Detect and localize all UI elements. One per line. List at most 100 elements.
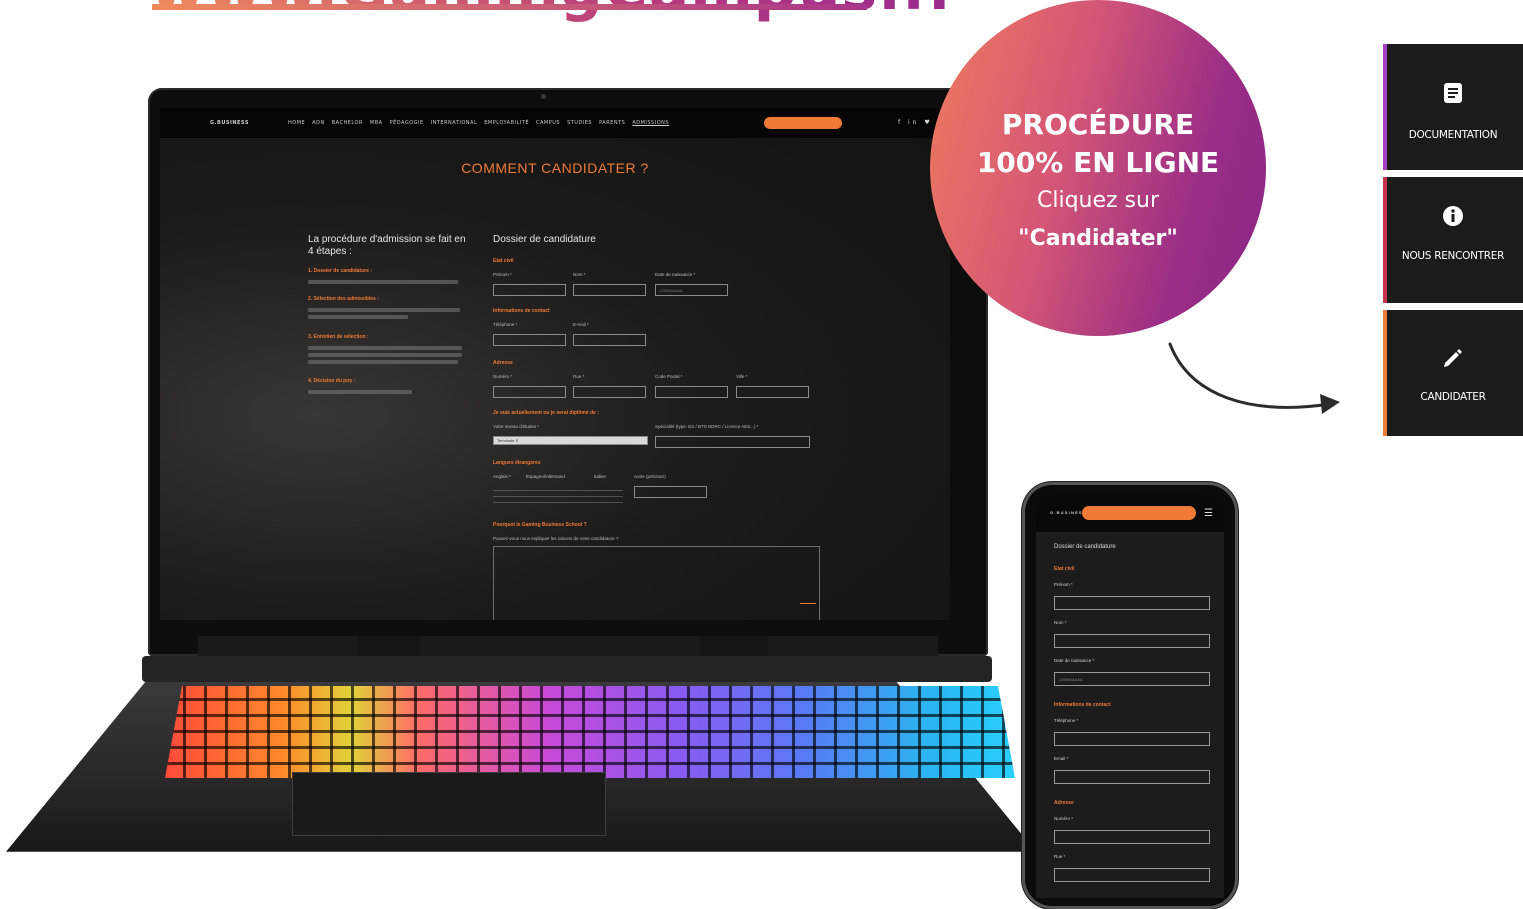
label-numero: Numéro * <box>493 374 513 379</box>
section-contact: Informations de contact <box>493 308 550 314</box>
nav-item-home[interactable]: HOME <box>288 120 305 126</box>
nav-item-pedagogie[interactable]: PÉDAGOGIE <box>390 120 424 126</box>
label-espagnol: Espagnol/Allemand <box>526 474 565 479</box>
phone-form-title: Dossier de candidature <box>1054 544 1116 550</box>
step-text <box>308 315 408 319</box>
phone-label-email: Email * <box>1054 756 1069 761</box>
rue-input[interactable] <box>573 386 646 398</box>
section-pourquoi: Pourquoi le Gaming Business School ? <box>493 522 587 528</box>
phone-rue-input[interactable] <box>1054 868 1210 882</box>
label-email: E-mail * <box>573 322 589 327</box>
code-postal-input[interactable] <box>655 386 728 398</box>
phone-label-prenom: Prénom * <box>1054 582 1073 587</box>
nav-item-adn[interactable]: ADN <box>312 120 325 126</box>
step-text <box>308 360 458 364</box>
section-adresse: Adresse <box>493 360 513 366</box>
step-text <box>308 390 412 394</box>
label-rue: Rue * <box>573 374 585 379</box>
nav-item-studies[interactable]: STUDIES <box>567 120 592 126</box>
section-etat-civil: Etat civil <box>493 258 514 264</box>
documentation-button[interactable]: DOCUMENTATION <box>1383 44 1523 170</box>
nav-item-admissions[interactable]: ADMISSIONS <box>632 120 669 126</box>
ville-input[interactable] <box>736 386 809 398</box>
documentation-label: DOCUMENTATION <box>1408 129 1498 141</box>
step-2: 2. Sélection des admissibles : <box>308 296 468 319</box>
label-question: Pouvez-vous nous expliquer les raisons d… <box>493 536 619 541</box>
nav-brand[interactable]: G.BUSINESS <box>210 120 249 126</box>
document-icon <box>1383 82 1523 107</box>
nav-item-bachelor[interactable]: BACHELOR <box>332 120 363 126</box>
phone-cta-button[interactable] <box>1082 506 1196 520</box>
phone-email-input[interactable] <box>1054 770 1210 784</box>
accent-bar <box>1383 310 1387 436</box>
nav-item-campus[interactable]: CAMPUS <box>536 120 560 126</box>
step-text <box>308 280 458 284</box>
link-underline <box>152 4 867 10</box>
badge-line-3: Cliquez sur <box>1036 188 1160 213</box>
label-autre: Autre (précisez) <box>634 474 666 479</box>
rgb-keyboard <box>165 686 1015 778</box>
nav-item-international[interactable]: INTERNATIONAL <box>431 120 478 126</box>
nous-rencontrer-label: NOUS RENCONTRER <box>1401 250 1505 262</box>
form-title: Dossier de candidature <box>493 234 596 245</box>
step-4: 4. Décision du jury : <box>308 378 468 394</box>
telephone-input[interactable] <box>493 334 566 346</box>
phone-section-etat-civil: Etat civil <box>1054 566 1075 572</box>
label-italien: Italien <box>594 474 607 479</box>
label-niveau: Votre niveau d'études * <box>493 424 540 429</box>
phone-prenom-input[interactable] <box>1054 596 1210 610</box>
step-1: 1. Dossier de candidature : <box>308 268 468 284</box>
accent-bar <box>1383 44 1387 170</box>
pencil-icon <box>1383 346 1523 371</box>
label-telephone: Téléphone * <box>493 322 518 327</box>
phone-label-naissance: Date de naissance * <box>1054 658 1095 663</box>
label-nom: Nom * <box>573 272 586 277</box>
nav-item-employabilite[interactable]: EMPLOYABILITÉ <box>484 120 529 126</box>
niveau-select[interactable]: Terminale S <box>493 436 648 445</box>
phone-label-nom: Nom * <box>1054 620 1067 625</box>
phone-section-adresse: Adresse <box>1054 800 1074 806</box>
naissance-input[interactable]: JJ/MM/AAAA <box>655 284 728 296</box>
autre-langue-input[interactable] <box>634 486 707 498</box>
label-prenom: Prénom * <box>493 272 512 277</box>
accent-bar <box>1383 177 1387 303</box>
nous-rencontrer-button[interactable]: NOUS RENCONTRER <box>1383 177 1523 303</box>
label-code-postal: Code Postal * <box>655 374 683 379</box>
laptop-screen: G.BUSINESS HOME ADN BACHELOR MBA PÉDAGOG… <box>160 108 950 620</box>
laptop-deck-top <box>142 656 992 682</box>
label-anglais: Anglais * <box>493 474 511 479</box>
phone-screen: G.BUSINESS ☰ Dossier de candidature Etat… <box>1036 494 1224 898</box>
motivation-textarea[interactable] <box>493 546 820 620</box>
step-title: 3. Entretien de sélection : <box>308 334 369 340</box>
intro-title: La procédure d'admission se fait en 4 ét… <box>308 234 466 257</box>
candidater-button[interactable]: CANDIDATER <box>1383 310 1523 436</box>
phone-numero-input[interactable] <box>1054 830 1210 844</box>
numero-input[interactable] <box>493 386 566 398</box>
hamburger-menu-icon[interactable]: ☰ <box>1204 508 1213 519</box>
nav-cta-button[interactable] <box>764 117 842 129</box>
scroll-indicator <box>800 603 816 604</box>
step-text <box>308 308 460 312</box>
step-title: 2. Sélection des admissibles : <box>308 296 379 302</box>
site-navbar: G.BUSINESS HOME ADN BACHELOR MBA PÉDAGOG… <box>160 108 950 138</box>
phone-nom-input[interactable] <box>1054 634 1210 648</box>
phone-naissance-input[interactable]: JJ/MM/AAAA <box>1054 672 1210 686</box>
nom-input[interactable] <box>573 284 646 296</box>
phone-navbar: G.BUSINESS ☰ <box>1036 494 1224 532</box>
step-title: 1. Dossier de candidature : <box>308 268 372 274</box>
step-text <box>308 353 462 357</box>
email-input[interactable] <box>573 334 646 346</box>
section-langues: Langues étrangères <box>493 460 541 466</box>
nav-item-parents[interactable]: PARENTS <box>599 120 625 126</box>
label-specialite: Spécialité (type: ES / BTS NDRC / Licenc… <box>655 424 759 429</box>
prenom-input[interactable] <box>493 284 566 296</box>
page-title: COMMENT CANDIDATER ? <box>461 160 649 176</box>
nav-item-mba[interactable]: MBA <box>370 120 383 126</box>
label-naissance: Date de naissance * <box>655 272 696 277</box>
langues-radios[interactable] <box>493 486 623 508</box>
phone-label-rue: Rue * <box>1054 854 1066 859</box>
phone-telephone-input[interactable] <box>1054 732 1210 746</box>
specialite-input[interactable] <box>655 436 810 448</box>
step-title: 4. Décision du jury : <box>308 378 356 384</box>
phone-section-contact: Informations de contact <box>1054 702 1111 708</box>
